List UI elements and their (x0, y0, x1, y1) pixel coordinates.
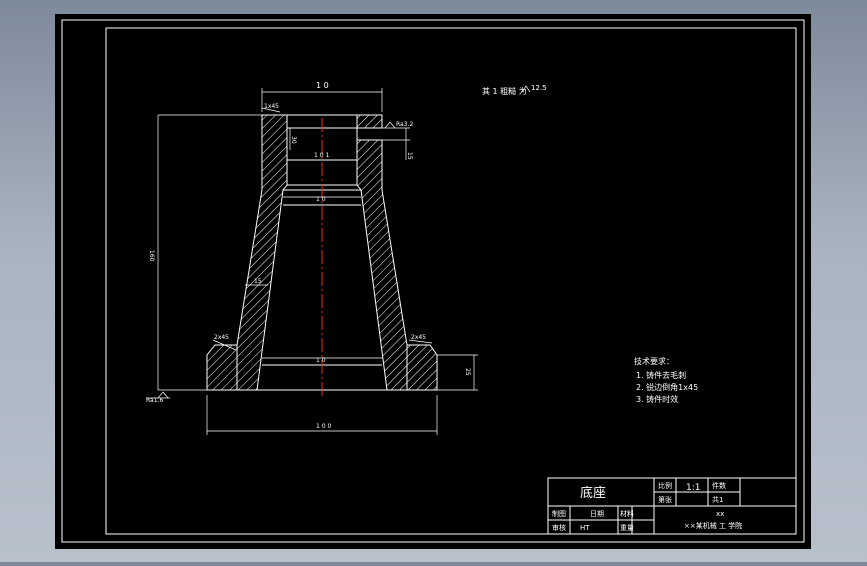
drawn-date: 日期 (590, 510, 604, 518)
notes-item-1: 1. 铸件去毛刺 (636, 370, 686, 380)
drawn-label: 制图 (552, 509, 566, 518)
drawing-viewport: 1 0 其 1 粗糙 为 12.5 1x45 Ra3.2 15 30 1 0 1… (0, 0, 867, 562)
company-line2: ××某机械 工 学院 (684, 521, 742, 530)
scale-value: 1:1 (686, 483, 700, 493)
surface-note-value: 12.5 (531, 84, 547, 92)
notes-item-2: 2. 锐边倒角1x45 (636, 382, 698, 392)
chamfer-bottom-right: 2x45 (411, 334, 426, 341)
weight-label: 重量 (620, 524, 634, 532)
scale-label: 比例 (658, 481, 672, 490)
dim-inner-top: 1 0 1 (314, 152, 329, 159)
qty-label: 件数 (712, 481, 726, 490)
roughness-right: Ra3.2 (396, 121, 413, 128)
dim-wall: 15 (254, 278, 262, 285)
surface-note: 其 1 粗糙 为 (482, 86, 527, 96)
chamfer-bottom-left: 2x45 (214, 334, 229, 341)
dim-base-width: 1 0 0 (316, 423, 331, 430)
dim-inner-bottom: 1 0 (316, 357, 326, 364)
drawing-sheet (55, 14, 811, 549)
part-name: 底座 (580, 485, 606, 501)
notes-item-3: 3. 铸件时效 (636, 394, 678, 404)
sheet-value: 共1 (712, 495, 723, 504)
dim-inner-mid: 1 0 (316, 196, 326, 203)
check-value: HT (580, 524, 590, 532)
dim-overall-height: 160 (148, 250, 155, 262)
chamfer-top-left: 1x45 (264, 103, 279, 110)
dim-base-height: 25 (464, 368, 471, 376)
notes-title: 技术要求： (634, 356, 674, 366)
check-label: 审核 (552, 523, 566, 532)
roughness-bottom: Ra1.6 (146, 397, 163, 404)
dim-side-small: 15 (406, 152, 413, 160)
dim-top-width: 1 0 (316, 81, 329, 90)
dim-left-inner: 30 (290, 136, 297, 144)
sheet-label: 第张 (658, 495, 672, 504)
material-label: 材料 (620, 509, 634, 518)
company-line1: xx (716, 510, 724, 518)
